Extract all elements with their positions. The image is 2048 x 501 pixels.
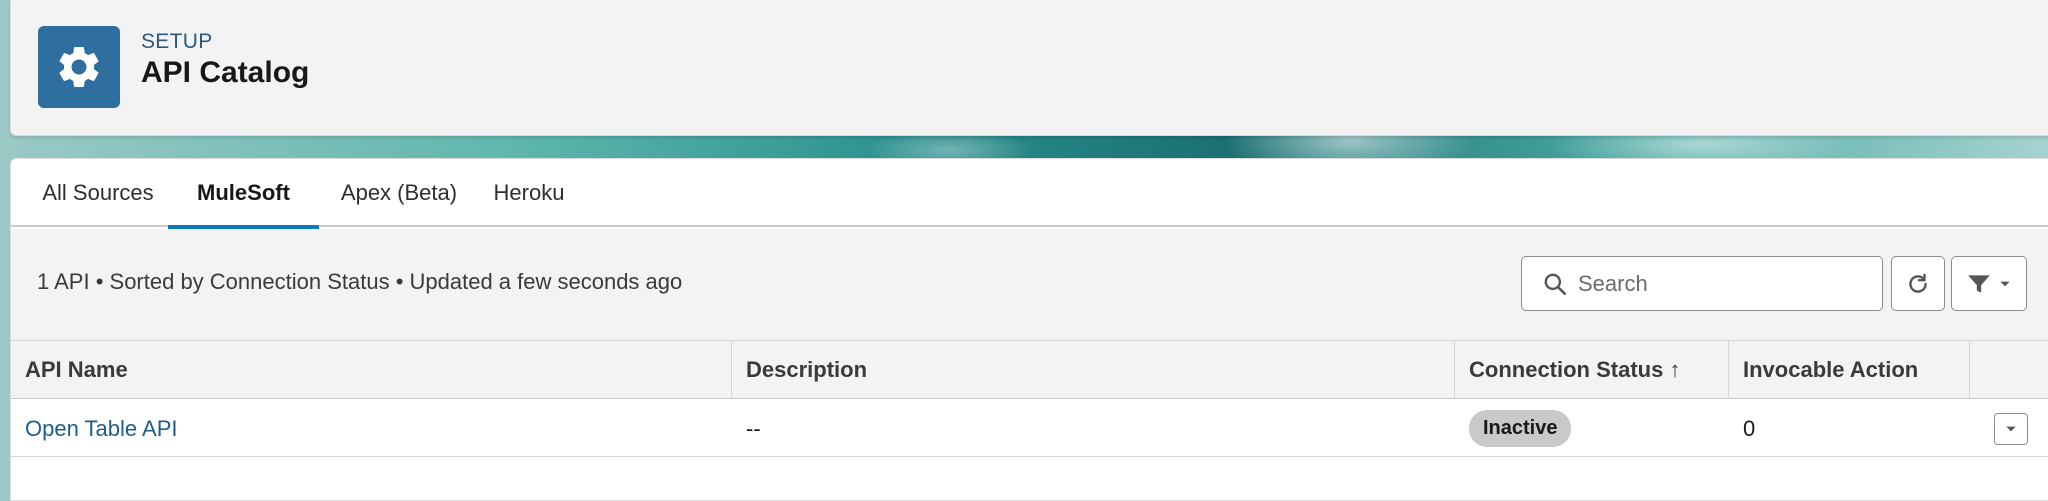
tab-heroku[interactable]: Heroku xyxy=(481,159,577,227)
cell-connection-status: Inactive xyxy=(1455,400,1728,457)
tab-apex-beta[interactable]: Apex (Beta) xyxy=(327,159,471,227)
table-row[interactable]: Open Table API -- Inactive 0 xyxy=(11,400,2048,457)
row-actions-button[interactable] xyxy=(1994,413,2028,445)
filter-icon xyxy=(1968,274,1990,293)
list-summary: 1 API • Sorted by Connection Status • Up… xyxy=(37,269,683,294)
cell-description: -- xyxy=(746,415,761,441)
column-header-connection-status[interactable]: Connection Status ↑ xyxy=(1455,341,1728,399)
list-toolbar: 1 API • Sorted by Connection Status • Up… xyxy=(11,229,2048,341)
tab-label: All Sources xyxy=(42,180,154,205)
cell-api-name: Open Table API xyxy=(11,400,731,457)
column-header-description[interactable]: Description xyxy=(732,341,1454,399)
column-divider xyxy=(1969,341,1970,399)
column-header-invocable-action[interactable]: Invocable Action xyxy=(1729,341,1969,399)
column-header-label: Description xyxy=(746,357,868,382)
api-catalog-panel: All Sources MuleSoft Apex (Beta) Heroku … xyxy=(10,158,2048,501)
status-badge: Inactive xyxy=(1469,410,1572,447)
column-header-label: API Name xyxy=(25,357,128,382)
page-title: API Catalog xyxy=(141,56,310,89)
tab-mulesoft[interactable]: MuleSoft xyxy=(168,159,319,229)
cell-invocable-action: 0 xyxy=(1743,415,1756,441)
column-header-label: Invocable Action xyxy=(1743,357,1919,382)
search-input[interactable] xyxy=(1578,265,1868,303)
header-eyebrow: SETUP xyxy=(141,30,213,53)
page-header: SETUP API Catalog xyxy=(10,0,2048,136)
refresh-button[interactable] xyxy=(1891,256,1945,311)
source-tabs: All Sources MuleSoft Apex (Beta) Heroku xyxy=(11,159,2048,229)
tab-label: MuleSoft xyxy=(197,180,290,205)
search-icon xyxy=(1544,273,1567,296)
api-name-link[interactable]: Open Table API xyxy=(25,416,178,442)
refresh-icon xyxy=(1909,273,1927,293)
chevron-down-icon xyxy=(2006,426,2016,432)
filter-button[interactable] xyxy=(1951,256,2027,311)
search-box[interactable] xyxy=(1521,256,1883,311)
gear-icon xyxy=(38,26,120,108)
tab-all-sources[interactable]: All Sources xyxy=(31,159,165,227)
table-header: API Name Description Connection Status ↑… xyxy=(11,341,2048,399)
tab-label: Apex (Beta) xyxy=(340,180,458,205)
chevron-down-icon xyxy=(2000,281,2010,286)
column-header-api-name[interactable]: API Name xyxy=(11,341,731,399)
column-header-label: Connection Status ↑ xyxy=(1469,357,1681,382)
tab-label: Heroku xyxy=(493,180,565,205)
